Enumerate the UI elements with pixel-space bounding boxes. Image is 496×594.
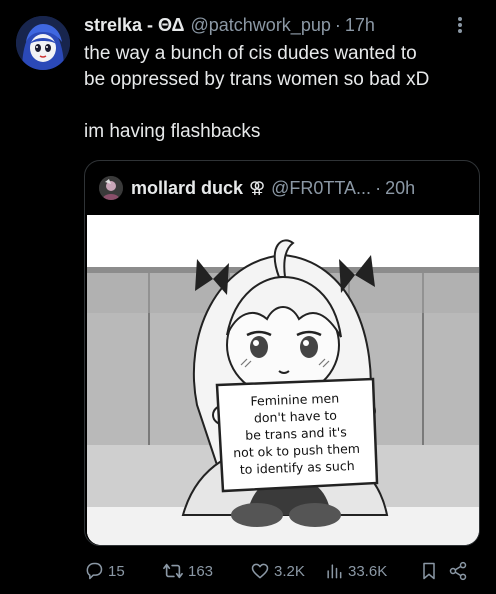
quoted-display-name: mollard duck [131, 177, 244, 198]
retweet-icon [163, 563, 183, 579]
action-bar: 15 163 3.2K 33.6K [84, 558, 480, 584]
views-button[interactable]: 33.6K [324, 558, 387, 584]
quoted-user-avatar [99, 176, 123, 200]
views-bar-chart-icon [327, 564, 342, 579]
share-button[interactable] [448, 558, 472, 584]
quoted-user-handle: @FR0TTA... [271, 177, 372, 198]
quoted-post-time: 20h [385, 177, 416, 198]
bookmark-icon [423, 562, 435, 580]
reply-icon [86, 562, 103, 580]
manga-illustration-icon [87, 215, 479, 545]
tweet-text-line: the way a bunch of cis dudes wanted to [84, 43, 417, 64]
separator-dot: · [334, 14, 341, 35]
views-count: 33.6K [348, 562, 388, 580]
avatar-art-icon [16, 16, 70, 70]
tweet-text: the way a bunch of cis dudes wanted to b… [84, 41, 484, 145]
user-handle[interactable]: @patchwork_pup [191, 15, 331, 36]
quoted-tweet-card[interactable]: mollard duck ⚢ @FR0TTA... · 20h Feminine… [84, 160, 480, 546]
tweet-text-line: be oppressed by trans women so bad xD [84, 69, 430, 90]
tweet-text-blank [84, 93, 484, 119]
display-name[interactable]: strelka - ΘΔ [84, 15, 185, 36]
quoted-avatar-art-icon [99, 176, 123, 200]
reply-count: 15 [108, 562, 125, 580]
retweet-count: 163 [188, 562, 214, 580]
venus-mars-symbol-icon: ⚢ [249, 180, 266, 197]
post-time[interactable]: 17h [345, 15, 375, 36]
quoted-tweet-header: mollard duck ⚢ @FR0TTA... · 20h [99, 173, 469, 203]
more-vertical-icon [458, 17, 462, 33]
reply-button[interactable]: 15 [84, 558, 125, 584]
quoted-separator-dot: · [375, 177, 382, 198]
heart-icon [251, 563, 269, 579]
retweet-button[interactable]: 163 [162, 558, 213, 584]
bookmark-button[interactable] [420, 558, 442, 584]
anime-character-holding-sign-image[interactable]: Feminine men don't have to be trans and … [87, 215, 479, 545]
more-options-button[interactable] [448, 12, 472, 38]
sign-text: Feminine men don't have to be trans and … [224, 389, 369, 479]
user-avatar[interactable] [16, 16, 70, 70]
tweet-header: strelka - ΘΔ @patchwork_pup · 17h [84, 12, 480, 38]
like-count: 3.2K [274, 562, 305, 580]
like-button[interactable]: 3.2K [250, 558, 305, 584]
tweet-text-line: im having flashbacks [84, 121, 261, 142]
share-icon [449, 561, 467, 581]
